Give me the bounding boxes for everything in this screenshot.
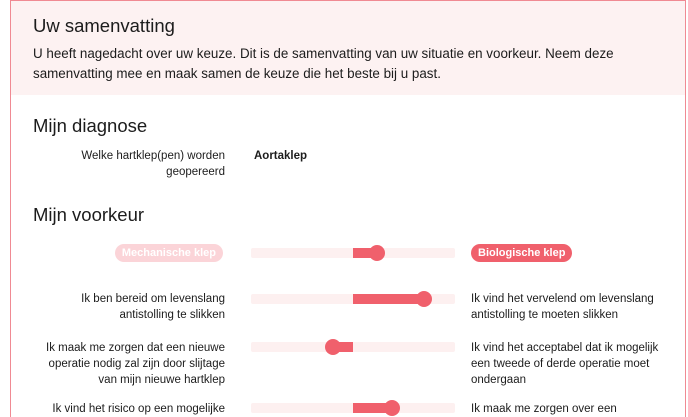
preference-row-1-left: Ik ben bereid om levenslang antistolling…: [81, 293, 225, 321]
preference-row-2-slider[interactable]: [251, 339, 455, 355]
preference-row-3-right: Ik maak me zorgen over een: [471, 403, 617, 415]
summary-text: U heeft nagedacht over uw keuze. Dit is …: [33, 46, 614, 81]
slider-knob[interactable]: [369, 245, 386, 261]
overall-preference-slider[interactable]: [251, 245, 455, 261]
preference-row-2-left: Ik maak me zorgen dat een nieuwe operati…: [46, 342, 225, 386]
summary-panel: Uw samenvatting U heeft nagedacht over u…: [10, 0, 686, 417]
preference-title: Mijn voorkeur: [33, 204, 145, 225]
diagnosis-title: Mijn diagnose: [33, 115, 148, 136]
slider-fill: [353, 294, 425, 304]
summary-header: Uw samenvatting U heeft nagedacht over u…: [11, 1, 685, 95]
option-biological-pill: Biologische klep: [471, 244, 573, 262]
preference-row-1-slider[interactable]: [251, 291, 455, 307]
summary-title: Uw samenvatting: [33, 15, 175, 36]
slider-knob[interactable]: [383, 400, 400, 416]
preference-row-3-left: Ik vind het risico op een mogelijke: [52, 403, 225, 415]
preference-row-2-right: Ik vind het acceptabel dat ik mogelijk e…: [471, 342, 659, 386]
preference-row-3-slider[interactable]: [251, 400, 455, 416]
preference-row-1-right: Ik vind het vervelend om levenslang anti…: [471, 293, 654, 321]
slider-knob[interactable]: [416, 291, 433, 307]
slider-knob[interactable]: [324, 339, 341, 355]
diagnosis-question: Welke hartklep(pen) worden geopereerd: [81, 150, 225, 178]
diagnosis-answer: Aortaklep: [254, 150, 308, 162]
option-mechanical-pill: Mechanische klep: [114, 244, 223, 262]
